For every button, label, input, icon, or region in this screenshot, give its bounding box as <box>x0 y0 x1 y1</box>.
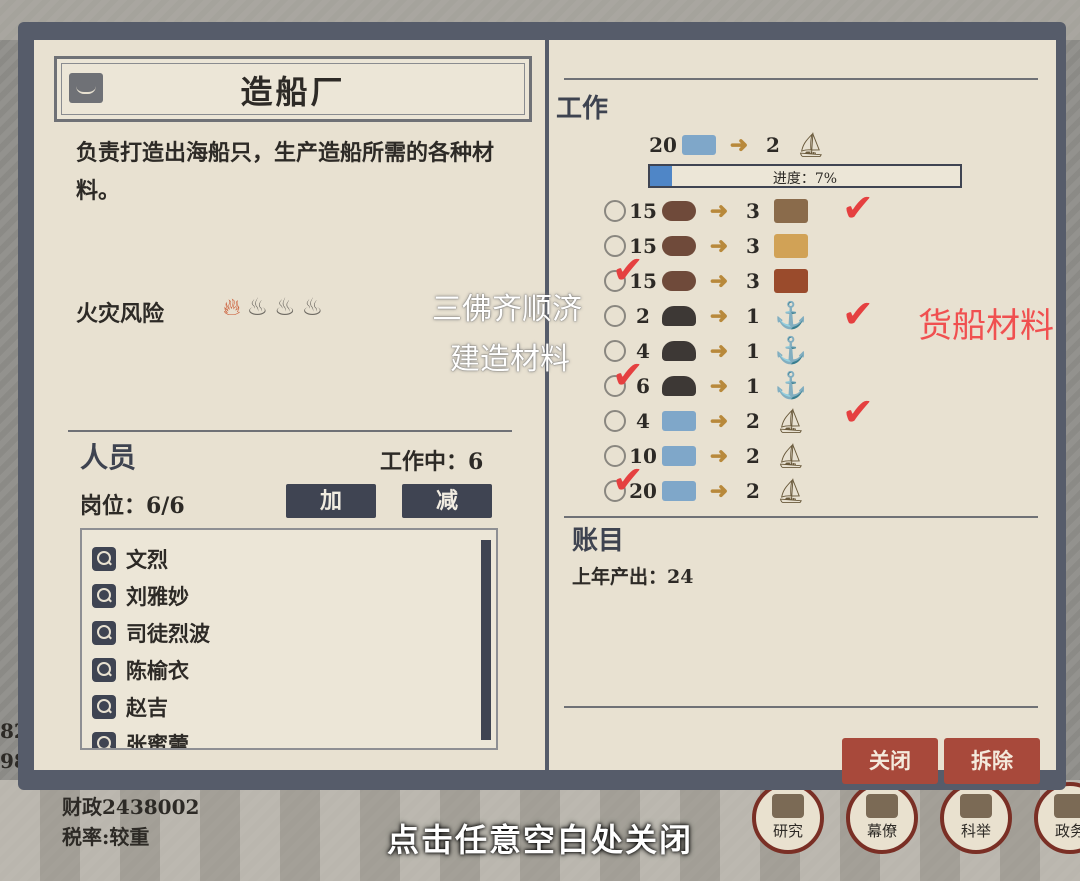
inspect-icon[interactable] <box>92 658 116 682</box>
wood-icon <box>662 201 696 221</box>
red-check-icon: ✔ <box>842 390 874 434</box>
plank-icon <box>774 269 808 293</box>
building-description: 负责打造出海船只，生产造船所需的各种材料。 <box>76 140 495 204</box>
staff-item[interactable]: 文烈 <box>92 544 168 574</box>
red-check-icon: ✔ <box>612 353 644 397</box>
staff-item[interactable]: 刘雅妙 <box>92 581 189 611</box>
current-recipe: 20 ➜ 2 ⛵︎ <box>649 131 827 159</box>
red-check-icon: ✔ <box>612 458 644 502</box>
title-box: 造船厂 <box>54 56 532 122</box>
sail-icon: ⛵︎ <box>775 477 807 505</box>
work-title: 工作 <box>556 94 609 124</box>
arrow-right-icon: ➜ <box>709 478 729 504</box>
arrow-right-icon: ➜ <box>709 233 729 259</box>
work-top-line <box>564 78 1038 80</box>
staff-divider <box>68 430 512 432</box>
panel-divider <box>545 40 549 770</box>
anchor-icon: ⚓ <box>774 336 808 366</box>
wood-icon <box>662 236 696 256</box>
coal-icon <box>662 376 696 396</box>
inspect-icon[interactable] <box>92 621 116 645</box>
red-check-icon: ✔ <box>842 292 874 336</box>
staff-item[interactable]: 司徒烈波 <box>92 618 210 648</box>
arrow-right-icon: ➜ <box>709 303 729 329</box>
coal-icon <box>662 306 696 326</box>
sail-icon: ⛵︎ <box>775 442 807 470</box>
recipe-select-checkbox[interactable] <box>604 410 626 432</box>
fire-icon: 🔥︎ <box>223 293 241 321</box>
staff-item[interactable]: 张蜜蕾 <box>92 729 189 748</box>
annotation-red: 货船材料 <box>918 306 1054 346</box>
sail-icon: ⛵︎ <box>775 407 807 435</box>
bottom-line <box>564 706 1038 708</box>
last-year-output: 上年产出：24 <box>572 566 694 588</box>
cloth-icon <box>662 481 696 501</box>
remove-worker-button[interactable]: 减 <box>402 484 492 518</box>
plank-icon <box>774 199 808 223</box>
inspect-icon[interactable] <box>92 584 116 608</box>
inspect-icon[interactable] <box>92 547 116 571</box>
arrow-right-icon: ➜ <box>709 198 729 224</box>
recipe-row[interactable]: 2 ➜ 1 ⚓ <box>604 301 808 331</box>
recipe-select-checkbox[interactable] <box>604 200 626 222</box>
cloth-icon <box>662 411 696 431</box>
staff-item[interactable]: 赵吉 <box>92 692 168 722</box>
coal-icon <box>662 341 696 361</box>
red-check-icon: ✔ <box>612 248 644 292</box>
sail-icon: ⛵︎ <box>795 131 827 159</box>
cloth-icon <box>662 446 696 466</box>
shipyard-dialog: 造船厂 负责打造出海船只，生产造船所需的各种材料。 火灾风险 🔥︎ ♨ ♨ ♨ … <box>18 22 1066 790</box>
fire-outline-icon: ♨ <box>301 293 324 321</box>
red-check-icon: ✔ <box>842 186 874 230</box>
fire-risk-label: 火灾风险 <box>76 301 165 327</box>
inspect-icon[interactable] <box>92 695 116 719</box>
staff-list[interactable]: 文烈 刘雅妙 司徒烈波 陈榆衣 赵吉 张蜜蕾 <box>80 528 498 750</box>
production-progress: 进度：7% <box>648 164 962 188</box>
anchor-icon: ⚓ <box>774 371 808 401</box>
arrow-right-icon: ➜ <box>709 443 729 469</box>
inspect-icon[interactable] <box>92 732 116 748</box>
building-title: 造船厂 <box>240 73 346 111</box>
fire-outline-icon: ♨ <box>274 293 296 321</box>
annotation-white-1: 三佛齐顺济 <box>432 292 582 327</box>
arrow-right-icon: ➜ <box>729 132 749 158</box>
close-button[interactable]: 关闭 <box>842 738 938 784</box>
demolish-button[interactable]: 拆除 <box>944 738 1040 784</box>
accounts-line <box>564 516 1038 518</box>
recipe-row[interactable]: 4 ➜ 2 ⛵︎ <box>604 406 808 436</box>
arrow-right-icon: ➜ <box>709 338 729 364</box>
recipe-select-checkbox[interactable] <box>604 305 626 327</box>
staff-item[interactable]: 陈榆衣 <box>92 655 189 685</box>
accounts-title: 账目 <box>572 526 625 556</box>
annotation-white-2: 建造材料 <box>450 342 570 377</box>
wood-icon <box>662 271 696 291</box>
staff-title: 人员 <box>80 441 137 474</box>
posts-count: 岗位：6/6 <box>80 493 185 519</box>
staff-scrollbar[interactable] <box>481 540 491 740</box>
plank-icon <box>774 234 808 258</box>
anchor-icon: ⚓ <box>774 301 808 331</box>
close-hint: 点击任意空白处关闭 <box>386 821 693 859</box>
fire-outline-icon: ♨ <box>246 293 269 321</box>
recipe-row[interactable]: 15 ➜ 3 <box>604 196 808 226</box>
cloth-icon <box>682 135 716 155</box>
working-count: 工作中：6 <box>380 449 484 475</box>
arrow-right-icon: ➜ <box>709 373 729 399</box>
add-worker-button[interactable]: 加 <box>286 484 376 518</box>
fire-risk-meter: 🔥︎ ♨ ♨ ♨ <box>223 294 323 320</box>
arrow-right-icon: ➜ <box>709 408 729 434</box>
arrow-right-icon: ➜ <box>709 268 729 294</box>
